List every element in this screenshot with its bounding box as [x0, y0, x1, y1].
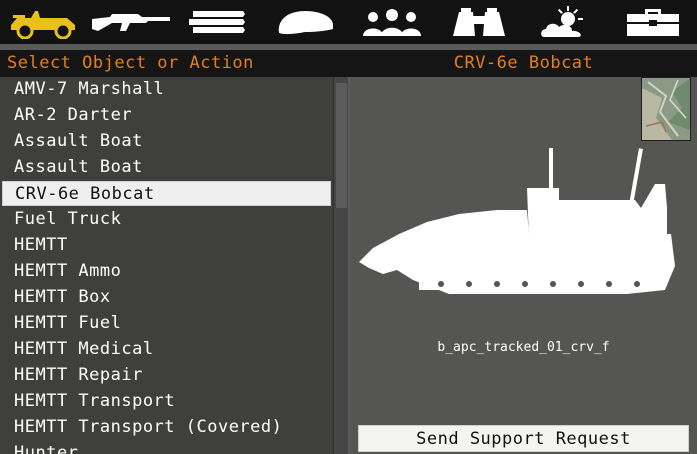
- list-item[interactable]: HEMTT: [2, 233, 331, 258]
- tracked-apc-silhouette-icon: [359, 148, 681, 304]
- jeep-icon: [10, 11, 75, 39]
- tab-units[interactable]: [348, 0, 435, 44]
- tab-ammo[interactable]: [174, 0, 261, 44]
- object-list[interactable]: AMV-7 Marshall AR-2 Darter Assault Boat Ass…: [0, 77, 332, 454]
- list-item[interactable]: CRV-6e Bobcat: [2, 181, 331, 206]
- selected-object-title: CRV-6e Bobcat: [453, 53, 594, 73]
- panel-header: Select Object or Action CRV-6e Bobcat: [0, 50, 697, 77]
- list-item[interactable]: Hunter: [2, 441, 331, 454]
- list-item[interactable]: AMV-7 Marshall: [2, 77, 331, 102]
- scrollbar-thumb[interactable]: [336, 83, 347, 208]
- list-item[interactable]: HEMTT Transport (Covered): [2, 415, 331, 440]
- map-thumbnail-icon[interactable]: [641, 77, 691, 141]
- category-toolbar: [0, 0, 697, 44]
- tab-supplies[interactable]: [609, 0, 696, 44]
- object-list-panel: AMV-7 Marshall AR-2 Darter Assault Boat Ass…: [0, 77, 348, 454]
- tab-weather[interactable]: [522, 0, 609, 44]
- cap-icon: [278, 11, 333, 35]
- binoculars-icon: [452, 8, 505, 36]
- list-scrollbar[interactable]: [333, 77, 348, 454]
- list-item[interactable]: Assault Boat: [2, 129, 331, 154]
- list-item[interactable]: HEMTT Ammo: [2, 259, 331, 284]
- list-item[interactable]: HEMTT Repair: [2, 363, 331, 388]
- tab-vehicles[interactable]: [0, 0, 87, 44]
- send-support-request-button[interactable]: Send Support Request: [358, 425, 689, 452]
- vehicle-classname: b_apc_tracked_01_crv_f: [437, 340, 610, 355]
- tab-uniforms[interactable]: [261, 0, 348, 44]
- list-title: Select Object or Action: [7, 53, 254, 73]
- list-item[interactable]: Assault Boat: [2, 155, 331, 180]
- list-item[interactable]: HEMTT Transport: [2, 389, 331, 414]
- tab-weapons[interactable]: [87, 0, 174, 44]
- list-item[interactable]: AR-2 Darter: [2, 103, 331, 128]
- group-icon: [362, 9, 421, 36]
- ammo-icon: [188, 11, 245, 33]
- tab-recon[interactable]: [435, 0, 522, 44]
- list-item[interactable]: HEMTT Medical: [2, 337, 331, 362]
- list-item[interactable]: HEMTT Fuel: [2, 311, 331, 336]
- weather-icon: [540, 6, 583, 37]
- toolbox-icon: [626, 9, 679, 36]
- rifle-icon: [91, 14, 170, 31]
- list-item[interactable]: Fuel Truck: [2, 207, 331, 232]
- list-item[interactable]: HEMTT Box: [2, 285, 331, 310]
